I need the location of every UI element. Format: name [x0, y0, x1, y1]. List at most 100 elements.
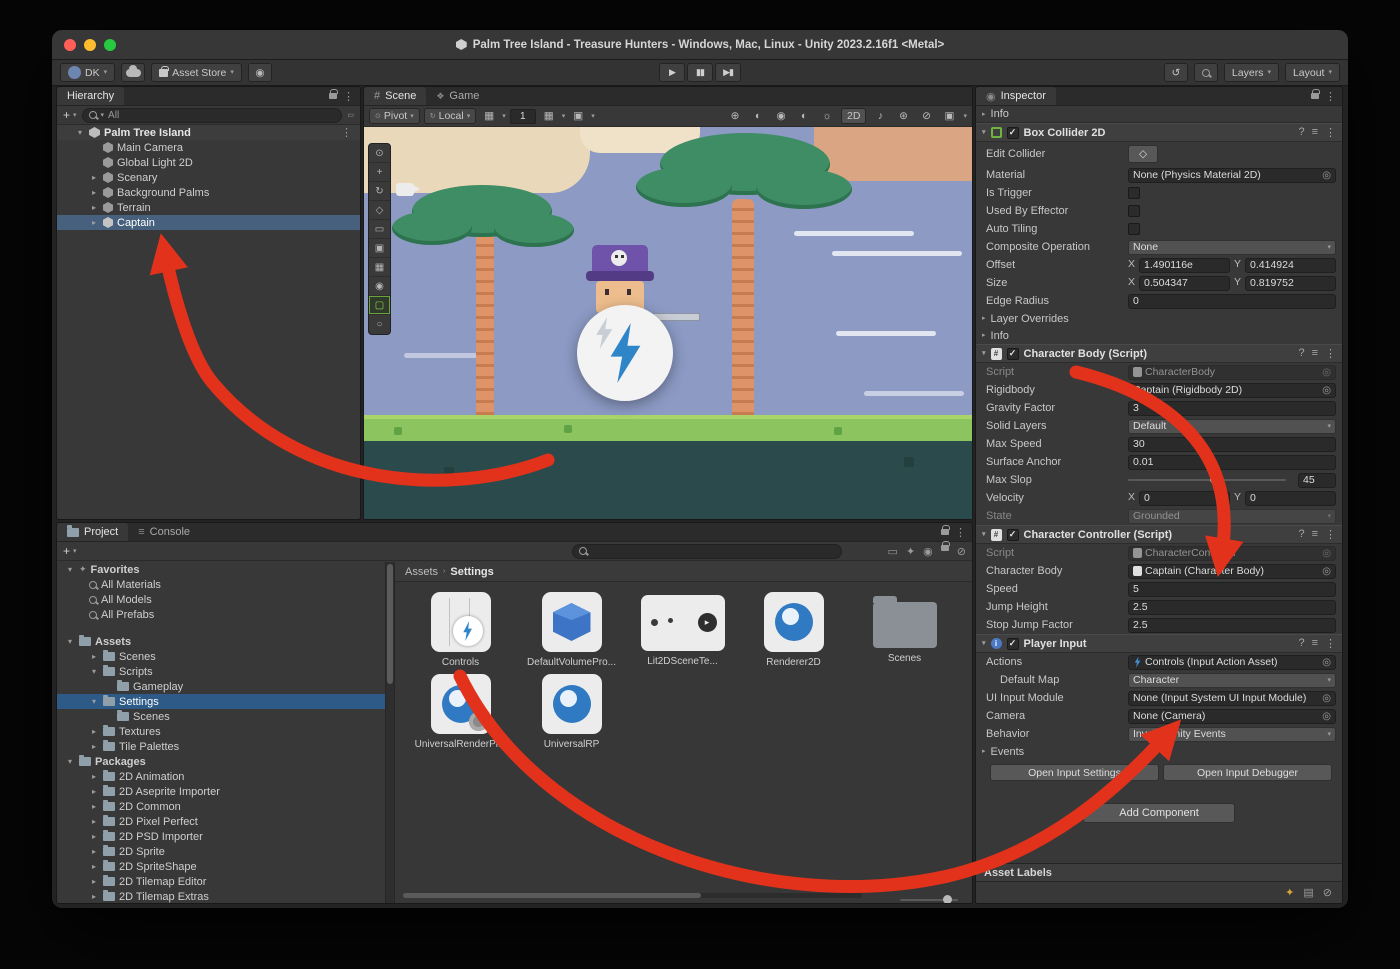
- foldout-icon[interactable]: ▸: [89, 832, 99, 841]
- packages-foldout[interactable]: ▾ Packages: [57, 754, 394, 769]
- bone-tool[interactable]: ○: [369, 315, 390, 334]
- velocity-y-field[interactable]: 0: [1245, 491, 1336, 506]
- default-map-dropdown[interactable]: Character▾: [1128, 673, 1336, 688]
- lock-icon[interactable]: [941, 545, 949, 551]
- lighting-toggle-icon[interactable]: ☼: [818, 110, 836, 122]
- tree-item-settings-scenes[interactable]: Scenes: [57, 709, 394, 724]
- panel-menu-icon[interactable]: ⋮: [955, 526, 966, 539]
- create-asset-button[interactable]: +▾: [63, 544, 77, 559]
- offset-x-field[interactable]: 1.490116e: [1139, 258, 1230, 273]
- hierarchy-item-main-camera[interactable]: Main Camera: [57, 140, 360, 155]
- grid-tool[interactable]: ▦: [369, 258, 390, 277]
- chevron-down-icon[interactable]: ▾: [502, 113, 506, 120]
- hierarchy-item-scenary[interactable]: ▸ Scenary: [57, 170, 360, 185]
- layers-dropdown[interactable]: Layers ▾: [1224, 63, 1279, 82]
- favorite-all-prefabs[interactable]: All Prefabs: [57, 607, 394, 622]
- move-tool[interactable]: +: [369, 163, 390, 182]
- help-icon[interactable]: ?: [1298, 637, 1304, 650]
- foldout-icon[interactable]: ▸: [89, 772, 99, 781]
- package-2d-sprite[interactable]: ▸2D Sprite: [57, 844, 394, 859]
- tab-inspector[interactable]: ◉ Inspector: [976, 87, 1056, 105]
- asset-universalrp[interactable]: UniversalRP: [520, 674, 623, 750]
- foldout-icon[interactable]: ▸: [89, 742, 99, 751]
- foldout-icon[interactable]: ▾: [65, 637, 75, 646]
- step-button[interactable]: ▶▮: [715, 63, 741, 82]
- open-asset-icon[interactable]: ▭: [888, 545, 898, 558]
- max-slop-slider[interactable]: [1128, 479, 1286, 481]
- is-trigger-checkbox[interactable]: [1128, 187, 1140, 199]
- horizontal-scrollbar[interactable]: [403, 893, 862, 898]
- panel-menu-icon[interactable]: ⋮: [1325, 90, 1336, 103]
- edge-radius-field[interactable]: 0: [1128, 294, 1336, 309]
- asset-store-button[interactable]: Asset Store ▾: [151, 63, 242, 82]
- tab-scene[interactable]: # Scene: [364, 87, 426, 105]
- package-2d-spriteshape[interactable]: ▸2D SpriteShape: [57, 859, 394, 874]
- debug-icon[interactable]: ⊘: [1323, 886, 1332, 899]
- state-dropdown[interactable]: Grounded▾: [1128, 509, 1336, 524]
- scrollbar-thumb[interactable]: [387, 564, 393, 684]
- hierarchy-item-global-light[interactable]: Global Light 2D: [57, 155, 360, 170]
- solid-layers-dropdown[interactable]: Default▾: [1128, 419, 1336, 434]
- max-speed-field[interactable]: 30: [1128, 437, 1336, 452]
- create-object-button[interactable]: +▾: [63, 108, 77, 123]
- spark-icon[interactable]: ✦: [1285, 886, 1294, 899]
- foldout-icon[interactable]: ▾: [982, 531, 986, 538]
- object-picker-icon[interactable]: ◎: [1322, 548, 1331, 559]
- foldout-icon[interactable]: ▸: [89, 862, 99, 871]
- lock-icon[interactable]: [1311, 93, 1319, 99]
- foldout-icon[interactable]: ▾: [89, 667, 99, 676]
- package-2d-aseprite[interactable]: ▸2D Aseprite Importer: [57, 784, 394, 799]
- foldout-icon[interactable]: ▾: [75, 128, 85, 137]
- shaded-mode-icon[interactable]: ◉: [772, 110, 790, 122]
- breadcrumb-assets[interactable]: Assets: [405, 566, 438, 578]
- stop-jump-factor-field[interactable]: 2.5: [1128, 618, 1336, 633]
- object-picker-icon[interactable]: ◎: [1322, 367, 1331, 378]
- slider-knob[interactable]: [943, 895, 952, 904]
- view-tool[interactable]: ⊙: [369, 144, 390, 163]
- scene-menu-icon[interactable]: ⋮: [341, 126, 352, 139]
- favorite-icon[interactable]: ✦: [906, 545, 915, 558]
- object-picker-icon[interactable]: ◎: [1322, 657, 1331, 668]
- asset-renderer2d[interactable]: Renderer2D: [742, 592, 845, 668]
- package-2d-pixel-perfect[interactable]: ▸2D Pixel Perfect: [57, 814, 394, 829]
- render-mode-icon[interactable]: ◐: [749, 110, 767, 122]
- audio-toggle-icon[interactable]: ♪: [871, 110, 889, 122]
- hierarchy-item-scene-root[interactable]: ▾ Palm Tree Island ⋮: [57, 125, 360, 140]
- tab-project[interactable]: Project: [57, 523, 128, 541]
- tool-settings-icon[interactable]: ⊕: [726, 110, 744, 122]
- foldout-icon[interactable]: ▸: [89, 892, 99, 901]
- grid-size-field[interactable]: 1: [510, 109, 536, 124]
- maximize-button[interactable]: [104, 39, 116, 51]
- foldout-icon[interactable]: ▸: [89, 652, 99, 661]
- mode-2d-toggle[interactable]: 2D: [841, 108, 866, 124]
- tree-item-gameplay[interactable]: Gameplay: [57, 679, 394, 694]
- open-input-debugger-button[interactable]: Open Input Debugger: [1163, 764, 1332, 781]
- collider-info-foldout[interactable]: ▸ Info: [976, 327, 1342, 344]
- rect-tool[interactable]: ▭: [369, 220, 390, 239]
- behavior-dropdown[interactable]: Invoke Unity Events▾: [1128, 727, 1336, 742]
- character-controller-header[interactable]: ▾ # ✓ Character Controller (Script) ? ≡ …: [976, 525, 1342, 544]
- tree-item-tile-palettes[interactable]: ▸Tile Palettes: [57, 739, 394, 754]
- component-enabled-checkbox[interactable]: ✓: [1007, 638, 1019, 650]
- camera-field[interactable]: None (Camera)◎: [1128, 709, 1336, 724]
- rotate-tool[interactable]: ↻: [369, 182, 390, 201]
- foldout-icon[interactable]: ▾: [89, 697, 99, 706]
- foldout-icon[interactable]: ▸: [982, 111, 986, 118]
- foldout-icon[interactable]: ▸: [982, 748, 986, 755]
- cb-script-field[interactable]: CharacterBody◎: [1128, 365, 1336, 380]
- tree-scrollbar[interactable]: [385, 562, 394, 903]
- events-foldout[interactable]: ▸ Events: [976, 743, 1342, 760]
- cloud-button[interactable]: [121, 63, 145, 82]
- panel-menu-icon[interactable]: ⋮: [343, 90, 354, 103]
- hidden-objects-icon[interactable]: ⊘: [917, 110, 935, 122]
- scene-camera-gizmo[interactable]: [396, 183, 414, 196]
- foldout-icon[interactable]: ▸: [89, 727, 99, 736]
- object-picker-icon[interactable]: ◎: [1322, 693, 1331, 704]
- collider-edit-tool[interactable]: ▢: [369, 296, 390, 315]
- thumbnail-zoom-slider[interactable]: [900, 899, 958, 901]
- character-body-header[interactable]: ▾ # ✓ Character Body (Script) ? ≡ ⋮: [976, 344, 1342, 363]
- info-foldout[interactable]: ▸ Info: [976, 106, 1342, 123]
- package-2d-animation[interactable]: ▸2D Animation: [57, 769, 394, 784]
- foldout-icon[interactable]: ▾: [65, 757, 75, 766]
- scene-camera-settings-icon[interactable]: ▣: [940, 110, 958, 122]
